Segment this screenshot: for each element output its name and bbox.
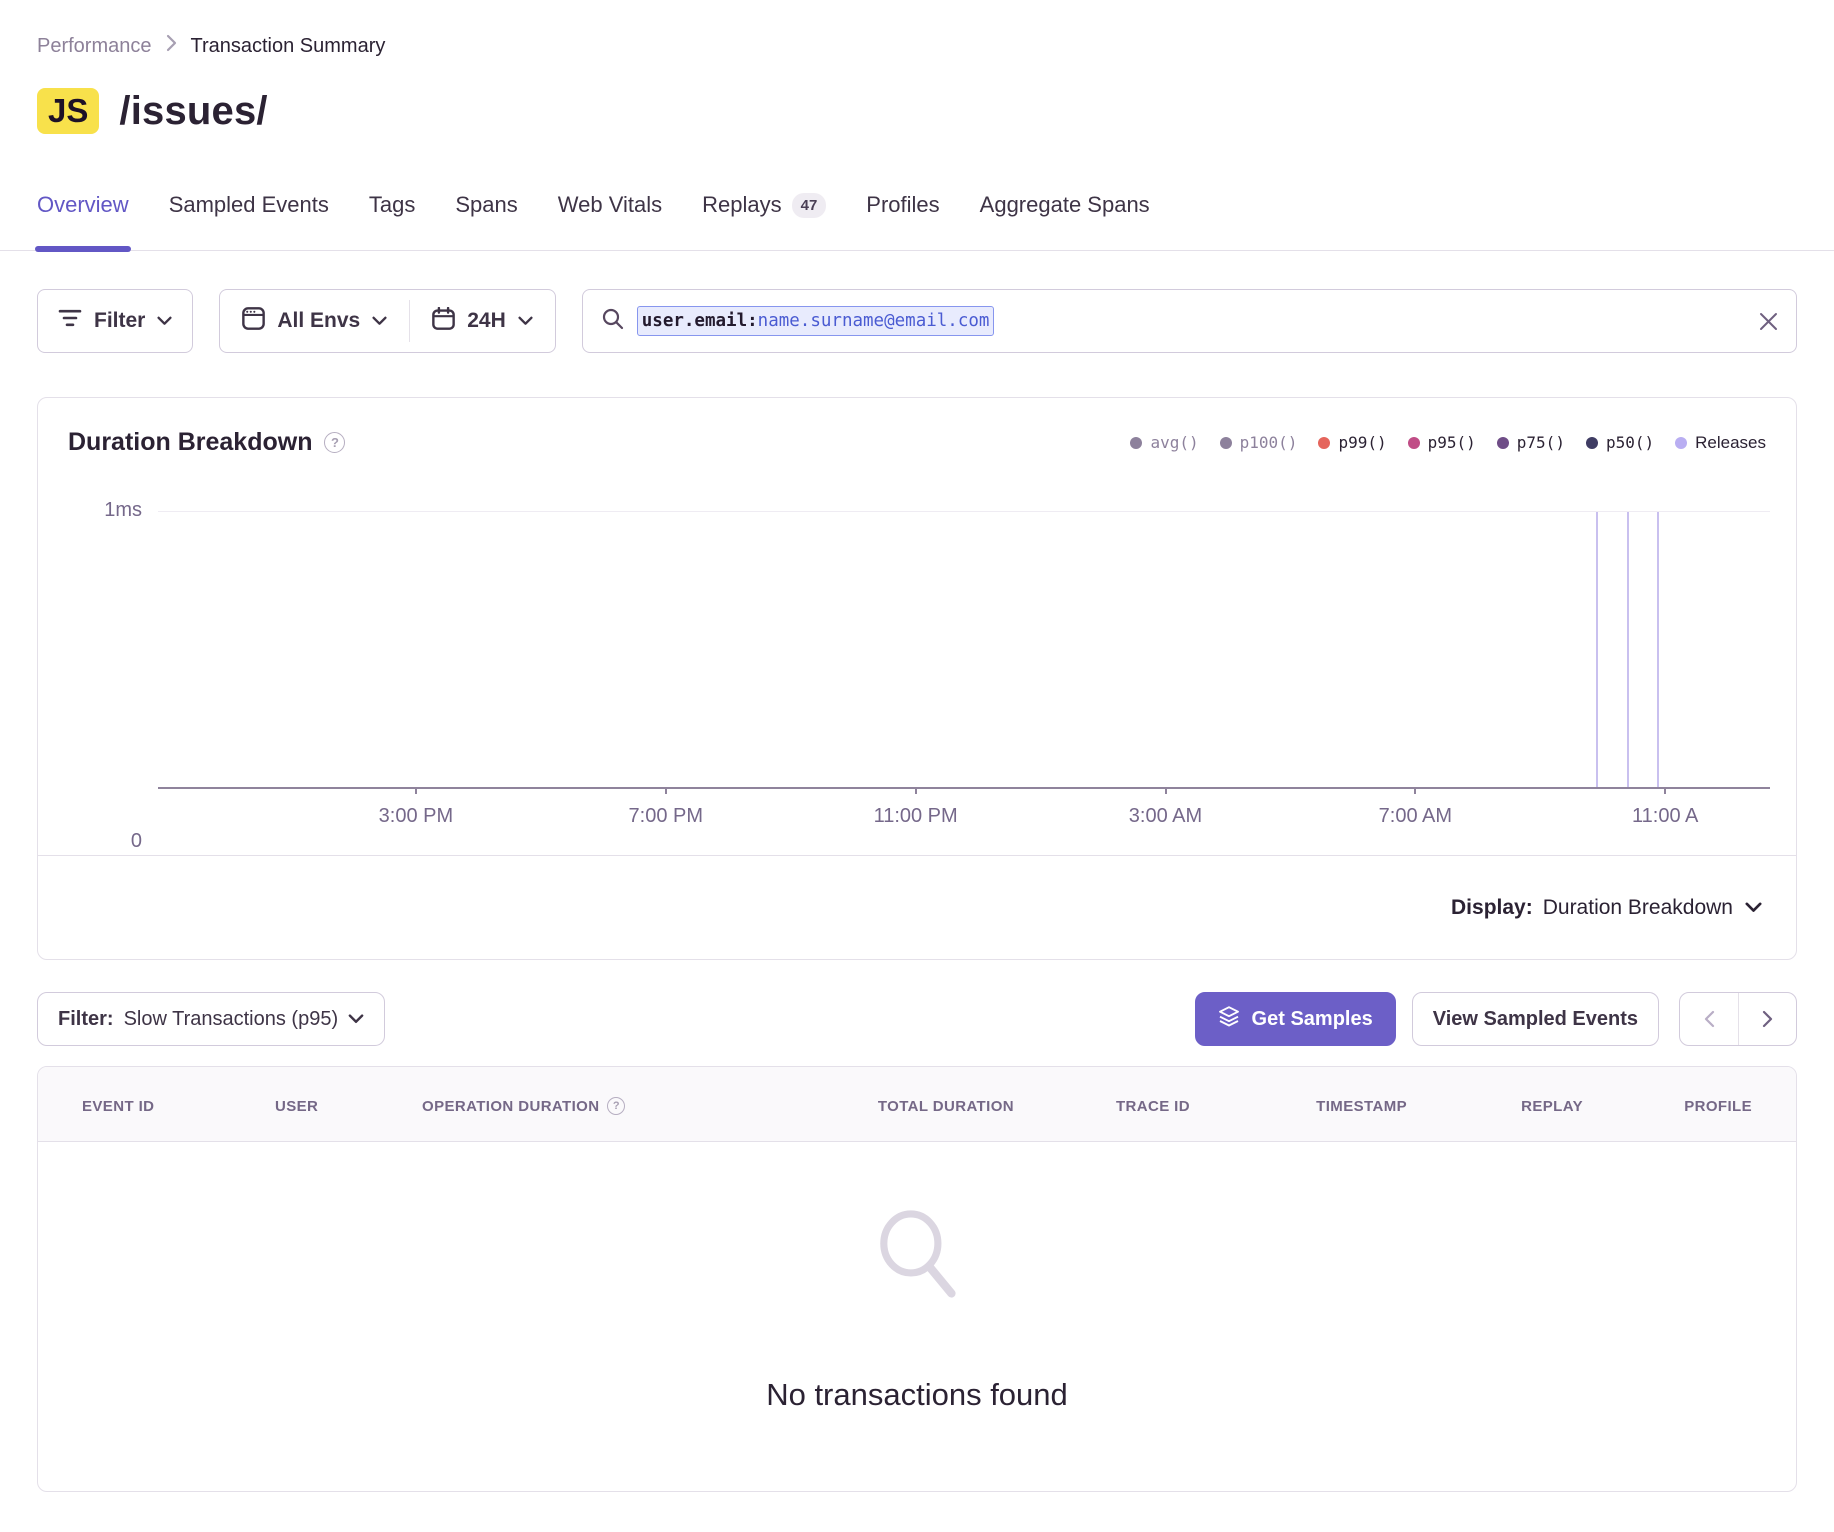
legend-dot bbox=[1497, 437, 1509, 449]
legend-item-p99[interactable]: p99() bbox=[1318, 433, 1386, 452]
legend-dot bbox=[1130, 437, 1142, 449]
tab-profiles[interactable]: Profiles bbox=[866, 192, 939, 250]
chart-title: Duration Breakdown bbox=[68, 428, 312, 457]
x-axis-label: 11:00 A bbox=[1632, 805, 1698, 828]
samples-actions: Get Samples View Sampled Events bbox=[1195, 992, 1797, 1046]
tab-bar: Overview Sampled Events Tags Spans Web V… bbox=[0, 192, 1834, 251]
chevron-down-icon bbox=[157, 316, 172, 326]
tab-aggregate-spans[interactable]: Aggregate Spans bbox=[980, 192, 1150, 250]
x-axis-labels: 3:00 PM 7:00 PM 11:00 PM 3:00 AM 7:00 AM… bbox=[158, 789, 1770, 841]
legend-dot bbox=[1408, 437, 1420, 449]
legend-item-p95[interactable]: p95() bbox=[1408, 433, 1476, 452]
display-label: Display: bbox=[1451, 896, 1533, 920]
tab-overview[interactable]: Overview bbox=[37, 192, 129, 250]
env-date-combo: All Envs 24H bbox=[219, 289, 555, 353]
next-page-button[interactable] bbox=[1738, 993, 1796, 1045]
transaction-summary-page: Performance Transaction Summary JS /issu… bbox=[0, 0, 1834, 1492]
calendar-icon bbox=[432, 307, 455, 336]
view-sampled-events-button[interactable]: View Sampled Events bbox=[1412, 992, 1659, 1046]
chart-canvas[interactable] bbox=[158, 511, 1770, 789]
column-header-trace-id[interactable]: TRACE ID bbox=[1014, 1097, 1190, 1115]
chart-plot-area: 1ms 0 3:00 PM 7:00 PM bbox=[38, 511, 1770, 841]
chevron-down-icon bbox=[372, 316, 387, 326]
x-axis-label: 11:00 PM bbox=[874, 805, 958, 828]
chevron-down-icon bbox=[518, 316, 533, 326]
breadcrumb-transaction-summary: Transaction Summary bbox=[191, 35, 386, 58]
chart-help-icon[interactable]: ? bbox=[324, 432, 345, 453]
tab-sampled-events[interactable]: Sampled Events bbox=[169, 192, 329, 250]
y-axis-label-top: 1ms bbox=[104, 499, 142, 522]
release-marker-line[interactable] bbox=[1657, 512, 1659, 787]
release-marker-line[interactable] bbox=[1627, 512, 1629, 787]
chevron-down-icon bbox=[348, 1014, 364, 1024]
x-axis-label: 3:00 AM bbox=[1129, 805, 1202, 828]
previous-page-button[interactable] bbox=[1680, 993, 1738, 1045]
chart-legend: avg() p100() p99() p95() p75() p50() Rel… bbox=[1130, 433, 1766, 453]
empty-state-message: No transactions found bbox=[766, 1377, 1068, 1413]
legend-item-releases[interactable]: Releases bbox=[1675, 433, 1766, 453]
column-header-user[interactable]: USER bbox=[275, 1097, 422, 1115]
empty-state: No transactions found bbox=[38, 1142, 1796, 1491]
tab-web-vitals[interactable]: Web Vitals bbox=[558, 192, 662, 250]
date-range-selector[interactable]: 24H bbox=[410, 290, 555, 352]
chevron-left-icon bbox=[1704, 1010, 1715, 1028]
platform-badge-js: JS bbox=[37, 88, 99, 134]
transactions-table: EVENT ID USER OPERATION DURATION ? TOTAL… bbox=[37, 1066, 1797, 1492]
search-query-token[interactable]: user.email:name.surname@email.com bbox=[637, 306, 995, 336]
legend-item-avg[interactable]: avg() bbox=[1130, 433, 1198, 452]
operation-duration-help-icon[interactable]: ? bbox=[607, 1097, 625, 1115]
column-header-total-duration[interactable]: TOTAL DURATION bbox=[774, 1097, 1014, 1115]
x-axis-label: 7:00 AM bbox=[1379, 805, 1452, 828]
table-header-row: EVENT ID USER OPERATION DURATION ? TOTAL… bbox=[38, 1067, 1796, 1142]
get-samples-button[interactable]: Get Samples bbox=[1195, 992, 1396, 1046]
duration-breakdown-card: Duration Breakdown ? avg() p100() p99() … bbox=[37, 397, 1797, 960]
legend-dot bbox=[1220, 437, 1232, 449]
y-axis: 1ms 0 bbox=[38, 511, 158, 841]
legend-item-p100[interactable]: p100() bbox=[1220, 433, 1298, 452]
filter-button[interactable]: Filter bbox=[37, 289, 193, 353]
tab-spans[interactable]: Spans bbox=[455, 192, 517, 250]
column-header-operation-duration[interactable]: OPERATION DURATION ? bbox=[422, 1097, 774, 1115]
display-selector-row: Display: Duration Breakdown bbox=[38, 855, 1796, 959]
breadcrumb-performance[interactable]: Performance bbox=[37, 35, 152, 58]
page-header: JS /issues/ bbox=[37, 88, 1797, 134]
tab-replays[interactable]: Replays 47 bbox=[702, 192, 826, 250]
legend-dot bbox=[1318, 437, 1330, 449]
x-axis-label: 7:00 PM bbox=[629, 805, 703, 828]
transaction-filter-selector[interactable]: Filter: Slow Transactions (p95) bbox=[37, 992, 385, 1046]
search-input[interactable]: user.email:name.surname@email.com bbox=[582, 289, 1797, 353]
legend-item-p50[interactable]: p50() bbox=[1586, 433, 1654, 452]
stack-icon bbox=[1218, 1006, 1240, 1033]
chart-header: Duration Breakdown ? avg() p100() p99() … bbox=[38, 398, 1796, 457]
chevron-down-icon bbox=[1745, 902, 1762, 913]
legend-dot bbox=[1675, 437, 1687, 449]
chevron-right-icon bbox=[1762, 1010, 1773, 1028]
page-title: /issues/ bbox=[119, 89, 267, 134]
release-marker-line[interactable] bbox=[1596, 512, 1598, 787]
filter-lines-icon bbox=[58, 309, 82, 333]
legend-item-p75[interactable]: p75() bbox=[1497, 433, 1565, 452]
legend-dot bbox=[1586, 437, 1598, 449]
display-selector[interactable]: Duration Breakdown bbox=[1543, 896, 1762, 920]
replays-count-badge: 47 bbox=[792, 193, 827, 218]
filter-bar: Filter All Envs 24H bbox=[37, 289, 1797, 353]
chevron-right-icon bbox=[166, 34, 177, 58]
pagination bbox=[1679, 992, 1797, 1046]
samples-toolbar: Filter: Slow Transactions (p95) Get Samp… bbox=[37, 992, 1797, 1046]
column-header-profile[interactable]: PROFILE bbox=[1583, 1097, 1752, 1115]
environment-selector[interactable]: All Envs bbox=[220, 290, 409, 352]
search-icon bbox=[601, 307, 625, 336]
clear-search-icon[interactable] bbox=[1759, 312, 1778, 331]
column-header-timestamp[interactable]: TIMESTAMP bbox=[1190, 1097, 1407, 1115]
column-header-replay[interactable]: REPLAY bbox=[1407, 1097, 1583, 1115]
tab-tags[interactable]: Tags bbox=[369, 192, 415, 250]
column-header-event-id[interactable]: EVENT ID bbox=[82, 1097, 275, 1115]
empty-search-icon bbox=[858, 1198, 976, 1321]
y-axis-label-bottom: 0 bbox=[131, 830, 142, 853]
x-axis-label: 3:00 PM bbox=[379, 805, 453, 828]
window-icon bbox=[242, 307, 265, 336]
breadcrumb: Performance Transaction Summary bbox=[37, 34, 1797, 58]
